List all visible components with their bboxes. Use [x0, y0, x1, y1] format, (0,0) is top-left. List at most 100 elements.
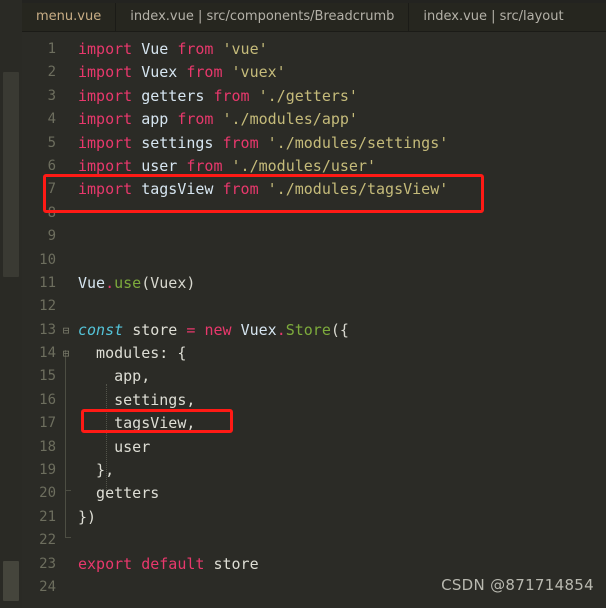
- token-string: 'vuex': [231, 63, 286, 82]
- token-keyword: import: [78, 63, 133, 82]
- token-object: Vue: [78, 273, 106, 292]
- tab-index-vue-layout[interactable]: index.vue | src/layout: [409, 0, 577, 32]
- tab-label: index.vue | src/components/Breadcrumb: [130, 8, 395, 24]
- code-line[interactable]: 3 import getters from './getters': [22, 85, 606, 108]
- token-string: './modules/app': [222, 110, 358, 129]
- token-keyword: from: [213, 86, 250, 105]
- line-number: 18: [39, 438, 56, 455]
- token-string: './modules/user': [231, 156, 377, 175]
- code-line[interactable]: 8: [22, 202, 606, 225]
- line-number: 4: [47, 111, 56, 128]
- line-content: },: [78, 461, 115, 480]
- line-number: 2: [47, 64, 56, 81]
- token-object: Vuex: [240, 320, 277, 339]
- line-number: 14: [39, 345, 56, 362]
- line-content: import tagsView from './modules/tagsView…: [78, 178, 448, 201]
- code-line-highlighted[interactable]: 17 tagsView,: [22, 412, 606, 435]
- line-content: settings,: [78, 390, 196, 409]
- line-number: 17: [39, 415, 56, 432]
- token-identifier: store: [132, 320, 178, 339]
- code-line[interactable]: 16 settings,: [22, 389, 606, 412]
- code-line[interactable]: 10: [22, 249, 606, 272]
- token-string: './getters': [258, 86, 358, 105]
- line-number: 21: [39, 508, 56, 525]
- fold-toggle-icon[interactable]: ⊟: [60, 342, 72, 365]
- line-number: 8: [47, 204, 56, 221]
- token-identifier: app: [141, 110, 169, 129]
- line-number: 1: [47, 41, 56, 57]
- tab-menu-vue[interactable]: menu.vue: [22, 0, 117, 32]
- line-number: 19: [39, 462, 56, 479]
- token-const-keyword: const: [78, 320, 124, 339]
- line-content: import user from './modules/user': [78, 155, 376, 178]
- code-line-highlighted[interactable]: 7 import tagsView from './modules/tagsVi…: [22, 178, 606, 201]
- line-number: 7: [47, 181, 56, 198]
- line-number: 11: [39, 274, 56, 291]
- scrollbar-marker[interactable]: [3, 561, 19, 601]
- token-dot: .: [276, 320, 286, 339]
- token-identifier: settings: [141, 133, 214, 152]
- code-line[interactable]: 20 getters: [22, 482, 606, 505]
- code-line[interactable]: 14 ⊟ modules: {: [22, 342, 606, 365]
- code-line[interactable]: 19 },: [22, 459, 606, 482]
- code-line[interactable]: 2 import Vuex from 'vuex': [22, 61, 606, 84]
- tab-label: menu.vue: [36, 8, 102, 24]
- tab-label: index.vue | src/layout: [423, 8, 564, 24]
- line-content: app,: [78, 367, 151, 386]
- token-keyword: export: [78, 554, 133, 573]
- code-area: 1 import Vue from 'vue' 2 import Vuex fr…: [22, 32, 606, 599]
- code-line[interactable]: 6 import user from './modules/user': [22, 155, 606, 178]
- code-editor-pane[interactable]: 1 import Vue from 'vue' 2 import Vuex fr…: [22, 32, 606, 608]
- line-content: import Vuex from 'vuex': [78, 61, 286, 84]
- line-number: 9: [47, 228, 56, 245]
- code-line[interactable]: 11 Vue.use(Vuex): [22, 272, 606, 295]
- code-line[interactable]: 9: [22, 225, 606, 248]
- code-line[interactable]: 5 import settings from './modules/settin…: [22, 132, 606, 155]
- line-content: export default store: [78, 553, 259, 576]
- code-line[interactable]: 23 export default store: [22, 553, 606, 576]
- token-args: (Vuex): [141, 273, 196, 292]
- line-number: 5: [47, 134, 56, 151]
- line-content: tagsView,: [78, 414, 196, 433]
- token-keyword: import: [78, 40, 133, 58]
- token-operator: =: [186, 320, 196, 339]
- token-keyword: from: [186, 63, 223, 82]
- line-content: const store = new Vuex.Store({: [78, 319, 349, 342]
- code-line[interactable]: 22: [22, 529, 606, 552]
- token-string: './modules/settings': [267, 133, 449, 152]
- token-punctuation: ({: [330, 320, 349, 339]
- token-keyword: from: [186, 156, 223, 175]
- line-number: 23: [39, 555, 56, 572]
- tab-index-vue-breadcrumb[interactable]: index.vue | src/components/Breadcrumb: [116, 0, 410, 32]
- token-keyword: from: [222, 180, 259, 199]
- token-keyword: import: [78, 156, 133, 175]
- code-line[interactable]: 21 }): [22, 506, 606, 529]
- fold-toggle-icon[interactable]: ⊟: [60, 319, 72, 342]
- code-line[interactable]: 15 app,: [22, 365, 606, 388]
- token-keyword: new: [204, 320, 232, 339]
- line-content: import settings from './modules/settings…: [78, 132, 448, 155]
- code-line[interactable]: 13 ⊟ const store = new Vuex.Store({: [22, 319, 606, 342]
- token-string: 'vue': [222, 40, 268, 58]
- line-number: 24: [39, 578, 56, 595]
- code-line[interactable]: 12: [22, 295, 606, 318]
- line-content: modules: {: [78, 344, 187, 363]
- token-identifier: getters: [141, 86, 205, 105]
- code-line[interactable]: 4 import app from './modules/app': [22, 108, 606, 131]
- line-content: getters: [78, 484, 160, 503]
- editor-window: menu.vue index.vue | src/components/Brea…: [0, 0, 606, 608]
- line-number: 3: [47, 87, 56, 104]
- vertical-scrollbar[interactable]: [0, 0, 23, 608]
- token-keyword: from: [177, 40, 214, 58]
- token-string: './modules/tagsView': [267, 180, 449, 199]
- line-content: import app from './modules/app': [78, 108, 358, 131]
- scrollbar-thumb[interactable]: [3, 72, 19, 277]
- token-identifier: Vuex: [141, 63, 178, 82]
- line-content: user: [78, 437, 151, 456]
- token-identifier: store: [213, 554, 259, 573]
- code-line[interactable]: 18 user: [22, 436, 606, 459]
- code-line[interactable]: 1 import Vue from 'vue': [22, 38, 606, 61]
- line-number: 10: [39, 251, 56, 268]
- line-content: }): [78, 507, 97, 526]
- line-number: 13: [39, 321, 56, 338]
